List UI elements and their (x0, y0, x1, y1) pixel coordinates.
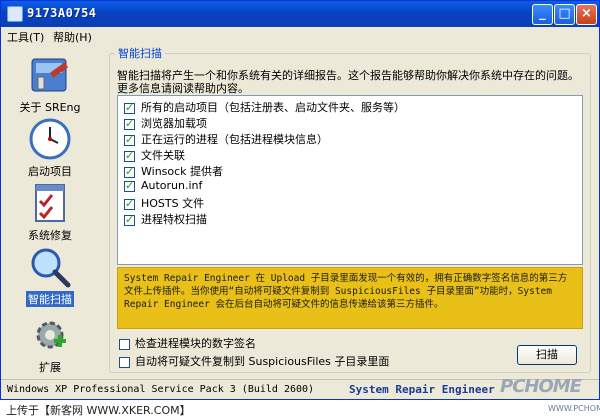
title-bar[interactable]: 9173A0754 _ □ × (1, 1, 599, 27)
list-item[interactable]: Autorun.inf (124, 179, 202, 195)
sidebar-item-smart-scan[interactable]: 智能扫描 (7, 245, 93, 307)
app-icon (7, 6, 23, 22)
group-title: 智能扫描 (115, 45, 165, 61)
menu-bar: 工具(T) 帮助(H) (1, 27, 599, 45)
option-copy-suspicious[interactable]: 自动将可疑文件复制到 SuspiciousFiles 子目录里面 (119, 353, 389, 369)
sidebar-item-label: 系统修复 (28, 229, 72, 242)
gear-icon (36, 321, 66, 349)
watermark-logo: PCHOME (500, 376, 582, 397)
list-item[interactable]: 浏览器加载项 (124, 115, 207, 131)
menu-help[interactable]: 帮助(H) (53, 29, 92, 45)
checkbox[interactable] (124, 133, 135, 146)
scan-description: 智能扫描将产生一个和你系统有关的详细报告。这个报告能够帮助你解决你系统中存在的问… (117, 69, 579, 95)
close-button[interactable]: × (576, 4, 597, 25)
list-item[interactable]: 所有的启动项目（包括注册表、启动文件夹、服务等） (124, 99, 405, 115)
sidebar-item-about[interactable]: 关于 SREng (7, 53, 93, 115)
checkbox[interactable] (124, 165, 135, 178)
sidebar-item-extend[interactable]: 扩展 (7, 313, 93, 375)
main-window: 9173A0754 _ □ × 工具(T) 帮助(H) 关于 SREng 启动项… (0, 0, 600, 400)
sidebar-item-startup[interactable]: 启动项目 (7, 117, 93, 179)
sidebar-item-label: 智能扫描 (26, 291, 74, 307)
sidebar-item-repair[interactable]: 系统修复 (7, 181, 93, 243)
os-version-text: Windows XP Professional Service Pack 3 (… (7, 384, 315, 395)
checkbox[interactable] (119, 356, 130, 368)
toolbox-icon (31, 58, 69, 92)
sidebar-item-label: 扩展 (39, 361, 61, 374)
sidebar-item-label: 关于 SREng (19, 101, 81, 114)
plugin-info-box: System Repair Engineer 在 Upload 子目录里面发现一… (117, 267, 583, 329)
checkbox[interactable] (124, 179, 135, 192)
checkbox[interactable] (124, 197, 135, 210)
checkbox[interactable] (124, 117, 135, 130)
list-item[interactable]: 正在运行的进程（包括进程模块信息） (124, 131, 328, 147)
watermark-url: WWW.PCHOME.NET (548, 404, 600, 413)
window-title: 9173A0754 (27, 6, 97, 20)
magnifier-icon (31, 248, 71, 288)
checklist-icon (35, 184, 65, 222)
checkbox[interactable] (124, 213, 135, 226)
list-item[interactable]: 进程特权扫描 (124, 211, 207, 227)
footer-bar: 上传于【新客网 WWW.XKER.COM】 (0, 400, 600, 418)
list-item[interactable]: Winsock 提供者 (124, 163, 223, 179)
list-item[interactable]: HOSTS 文件 (124, 195, 204, 211)
scan-items-list[interactable]: 所有的启动项目（包括注册表、启动文件夹、服务等） 浏览器加载项 正在运行的进程（… (117, 95, 583, 265)
checkbox[interactable] (124, 149, 135, 162)
checkbox[interactable] (119, 338, 130, 350)
minimize-button[interactable]: _ (532, 4, 553, 25)
maximize-button[interactable]: □ (554, 4, 575, 25)
option-verify-signature[interactable]: 检查进程模块的数字签名 (119, 335, 256, 351)
checkbox[interactable] (124, 101, 135, 114)
clock-icon (29, 118, 71, 160)
brand-text: System Repair Engineer (349, 383, 495, 396)
upload-caption: 上传于【新客网 WWW.XKER.COM】 (6, 404, 191, 417)
menu-tools[interactable]: 工具(T) (7, 29, 44, 45)
list-item[interactable]: 文件关联 (124, 147, 185, 163)
scan-button[interactable]: 扫描 (517, 345, 577, 365)
sidebar-item-label: 启动项目 (28, 165, 72, 178)
